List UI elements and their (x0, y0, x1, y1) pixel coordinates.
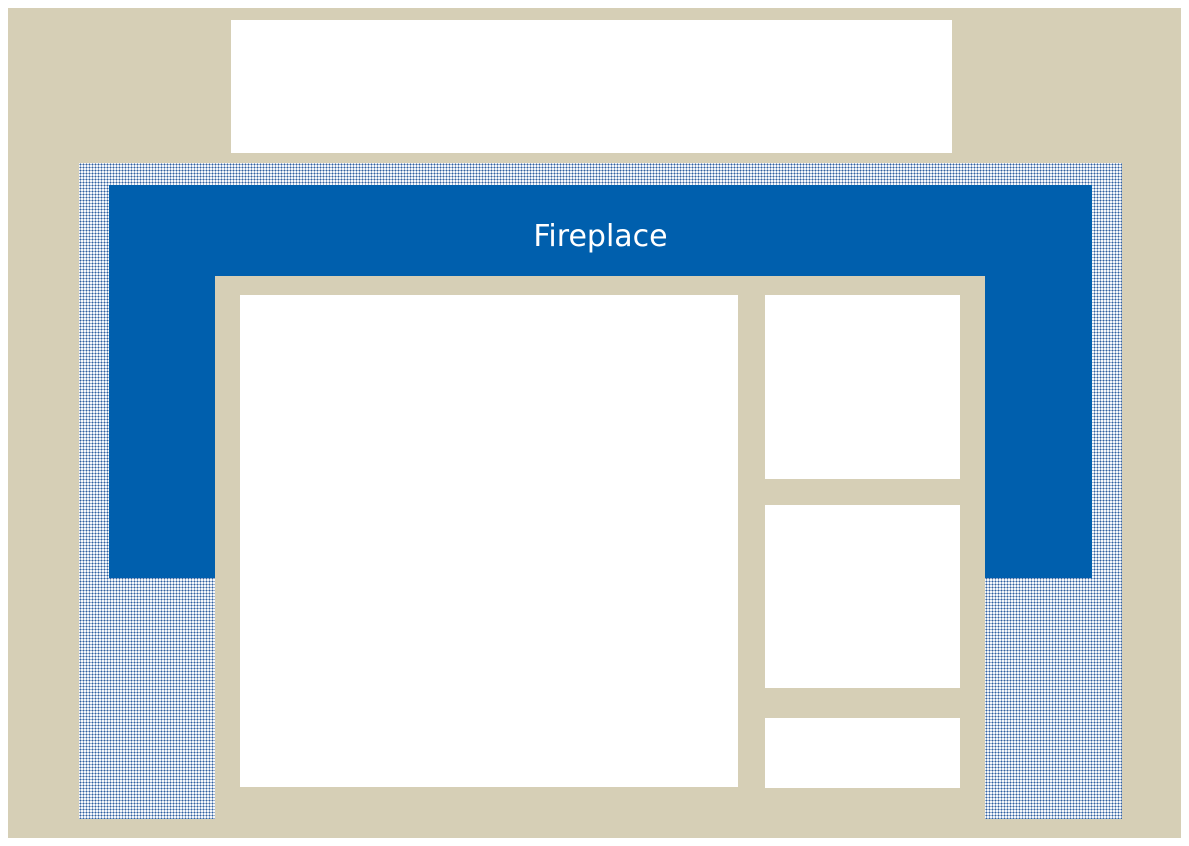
fireplace-label: Fireplace (533, 219, 668, 254)
side-panel-bottom (765, 718, 960, 788)
main-panel (240, 295, 738, 787)
top-panel (231, 20, 952, 153)
side-panel-top (765, 295, 960, 479)
floor-plan: Fireplace (8, 8, 1181, 838)
side-panel-middle (765, 505, 960, 688)
